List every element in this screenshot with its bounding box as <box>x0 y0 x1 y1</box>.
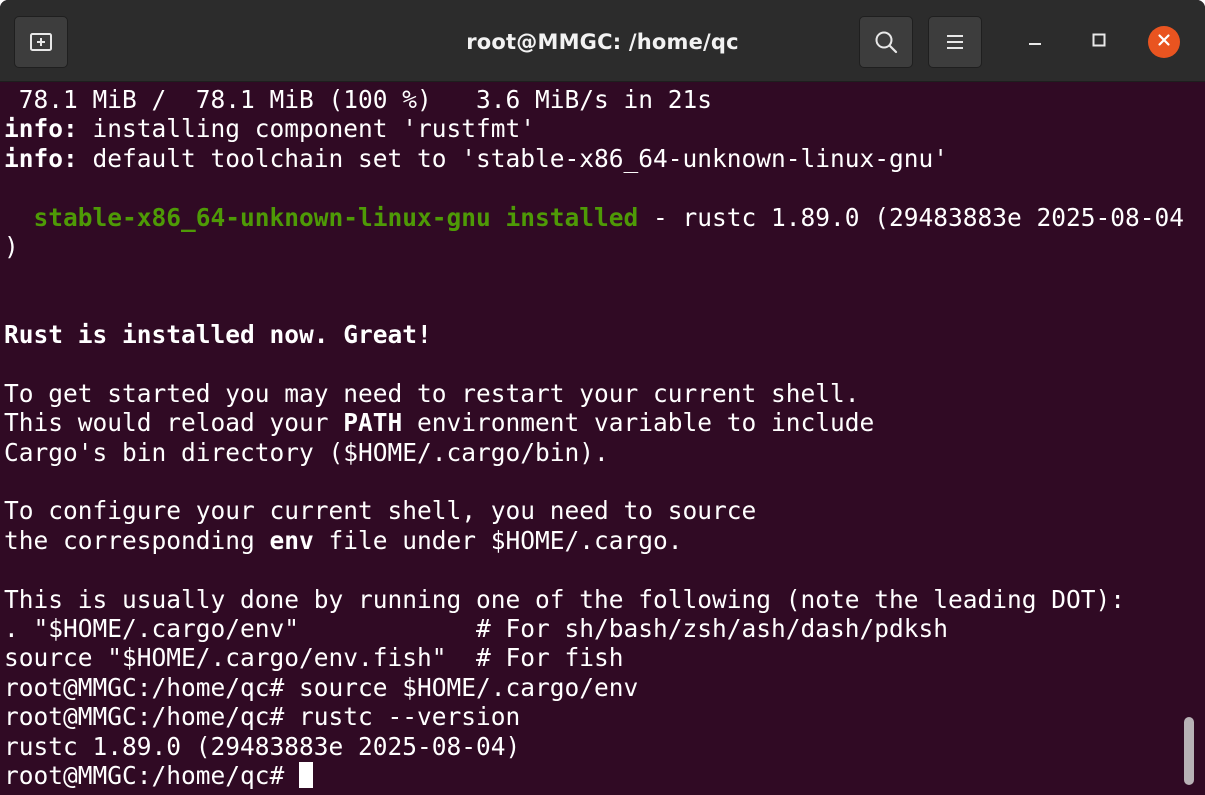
terminal-line: . "$HOME/.cargo/env" # For sh/bash/zsh/a… <box>4 614 949 644</box>
terminal-line: root@MMGC:/home/qc# source $HOME/.cargo/… <box>4 672 639 702</box>
scrollbar-thumb[interactable] <box>1184 717 1194 785</box>
terminal-line: Cargo's bin directory ($HOME/.cargo/bin)… <box>4 437 609 467</box>
terminal-line: This would reload your PATH environment … <box>4 408 1184 437</box>
close-button[interactable] <box>1148 26 1180 58</box>
search-icon <box>873 29 899 55</box>
new-tab-icon <box>28 30 54 54</box>
line-text: - rustc 1.89.0 (29483883e 2025-08-04 <box>638 202 1185 232</box>
window-title: root@MMGC: /home/qc <box>466 30 739 54</box>
line-text: the corresponding <box>4 525 270 555</box>
terminal-lines: 78.1 MiB / 78.1 MiB (100 %) 3.6 MiB/s in… <box>4 85 1184 790</box>
terminal-line: root@MMGC:/home/qc# rustc --version <box>4 702 521 732</box>
new-tab-button[interactable] <box>14 16 68 68</box>
terminal-line: Rust is installed now. Great! <box>4 320 432 350</box>
info-prefix: info: <box>4 143 78 173</box>
terminal-line: stable-x86_64-unknown-linux-gnu installe… <box>4 202 1185 232</box>
maximize-button[interactable] <box>1082 25 1116 59</box>
terminal-line: 78.1 MiB / 78.1 MiB (100 %) 3.6 MiB/s in… <box>4 85 713 114</box>
maximize-icon <box>1090 31 1108 54</box>
hamburger-menu-icon <box>944 32 966 52</box>
terminal-line: ) <box>4 231 19 261</box>
shell-prompt: root@MMGC:/home/qc# <box>4 760 300 790</box>
minimize-button[interactable] <box>1018 25 1052 59</box>
terminal-line: To configure your current shell, you nee… <box>4 496 757 526</box>
close-icon <box>1156 32 1172 53</box>
terminal-line: To get started you may need to restart y… <box>4 378 860 408</box>
terminal-line: info: installing component 'rustfmt' <box>4 114 1184 143</box>
env-keyword: env <box>269 525 314 555</box>
terminal-line: info: default toolchain set to 'stable-x… <box>4 144 1184 173</box>
menu-button[interactable] <box>928 16 982 68</box>
terminal-line: This is usually done by running one of t… <box>4 584 1126 614</box>
terminal-output[interactable]: 78.1 MiB / 78.1 MiB (100 %) 3.6 MiB/s in… <box>0 82 1205 795</box>
terminal-prompt-line[interactable]: root@MMGC:/home/qc# <box>4 761 1184 790</box>
terminal-line: source "$HOME/.cargo/env.fish" # For fis… <box>4 643 624 673</box>
terminal-window: root@MMGC: /home/qc 78.1 MiB / 78.1 MiB … <box>0 0 1205 795</box>
info-prefix: info: <box>4 114 78 144</box>
text-cursor <box>299 761 314 788</box>
line-text: This would reload your <box>4 408 344 438</box>
line-text: installing component 'rustfmt' <box>77 114 536 144</box>
path-keyword: PATH <box>343 408 403 438</box>
search-button[interactable] <box>859 16 913 68</box>
title-bar: root@MMGC: /home/qc <box>0 0 1205 82</box>
terminal-line: the corresponding env file under $HOME/.… <box>4 526 1184 555</box>
terminal-line: rustc 1.89.0 (29483883e 2025-08-04) <box>4 731 521 761</box>
line-text: file under $HOME/.cargo. <box>313 525 683 555</box>
minimize-icon <box>1026 31 1044 54</box>
line-text: default toolchain set to 'stable-x86_64-… <box>77 143 949 173</box>
toolchain-installed-text: stable-x86_64-unknown-linux-gnu installe… <box>33 202 639 232</box>
line-text: environment variable to include <box>402 408 875 438</box>
